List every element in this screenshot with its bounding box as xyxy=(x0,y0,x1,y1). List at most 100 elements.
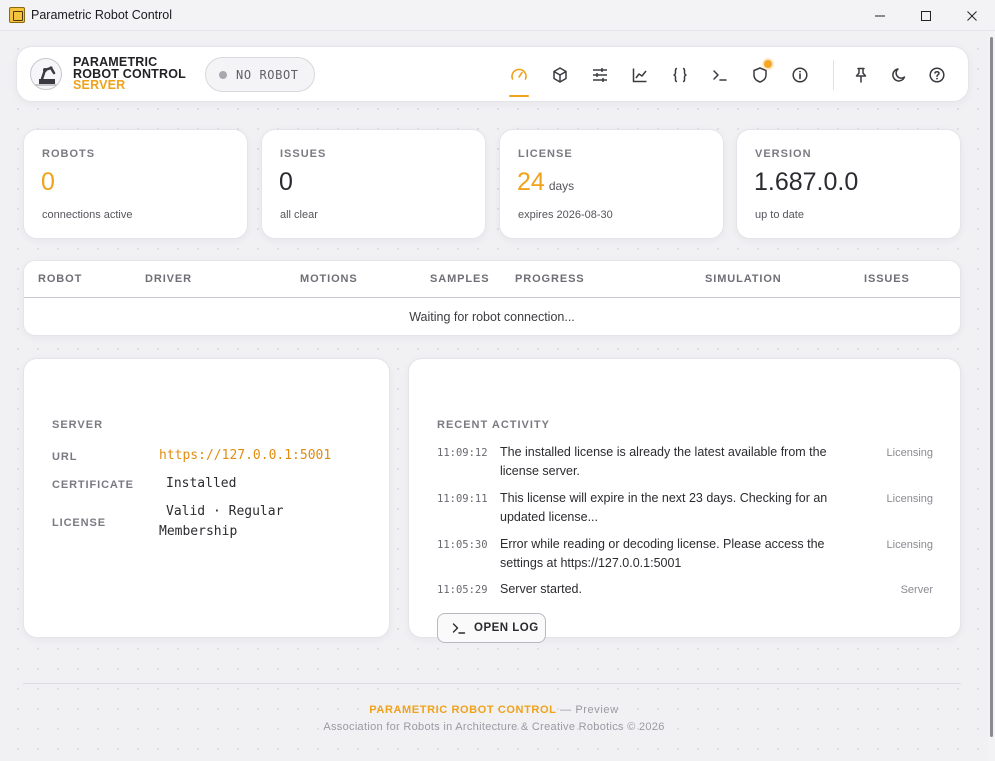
window-title: Parametric Robot Control xyxy=(31,8,173,22)
column-header-issues[interactable]: ISSUES xyxy=(864,273,910,285)
stat-card-version: VERSION 1.687.0.0 up to date xyxy=(736,129,961,239)
activity-time: 11:05:30 xyxy=(437,539,488,551)
section-title: SERVER xyxy=(52,419,104,431)
notification-dot xyxy=(764,60,772,68)
nav-settings[interactable] xyxy=(588,63,612,87)
sliders-icon xyxy=(593,68,607,82)
stat-value: 0 xyxy=(41,168,55,196)
nav-dashboard[interactable] xyxy=(507,63,531,87)
certificate-value: Installed xyxy=(166,476,237,491)
theme-toggle-button[interactable] xyxy=(887,63,911,87)
stat-card-license: LICENSE 24 days expires 2026-08-30 xyxy=(499,129,724,239)
status-dot xyxy=(219,71,227,79)
help-button[interactable] xyxy=(925,63,949,87)
moon-icon xyxy=(892,68,906,82)
activity-source: Server xyxy=(900,584,933,596)
stat-unit: days xyxy=(548,179,575,193)
maximize-button[interactable] xyxy=(903,0,949,31)
column-header-simulation[interactable]: SIMULATION xyxy=(705,273,782,285)
activity-message: The installed license is already the lat… xyxy=(500,445,827,478)
help-icon xyxy=(929,67,945,83)
vertical-scrollbar[interactable] xyxy=(988,31,995,761)
column-header-driver[interactable]: DRIVER xyxy=(145,273,192,285)
activity-message: Server started. xyxy=(500,582,582,596)
table-empty-message: Waiting for robot connection... xyxy=(409,310,575,324)
shield-icon xyxy=(753,67,767,83)
stat-card-issues: ISSUES 0 all clear xyxy=(261,129,486,239)
stat-value: 0 xyxy=(279,168,293,196)
activity-time: 11:09:11 xyxy=(437,493,488,505)
stat-subtext: all clear xyxy=(280,209,318,221)
brand-line-3: SERVER xyxy=(73,78,126,92)
minimize-button[interactable] xyxy=(857,0,903,31)
activity-time: 11:05:29 xyxy=(437,584,488,596)
cube-icon xyxy=(553,67,567,83)
info-icon xyxy=(792,67,808,83)
stat-card-robots: ROBOTS 0 connections active xyxy=(23,129,248,239)
nav-info[interactable] xyxy=(788,63,812,87)
footer-credit: Association for Robots in Architecture &… xyxy=(323,721,665,733)
server-url-link[interactable]: https://127.0.0.1:5001 xyxy=(159,446,331,466)
stat-label: LICENSE xyxy=(518,148,573,160)
robots-table: ROBOT DRIVER MOTIONS SAMPLES PROGRESS SI… xyxy=(23,260,961,336)
license-value: Valid · Regular Membership xyxy=(159,504,284,539)
footer-separator: — xyxy=(556,704,576,716)
activity-source: Licensing xyxy=(886,447,933,459)
stat-subtext: connections active xyxy=(42,209,133,221)
certificate-label: CERTIFICATE xyxy=(52,479,134,491)
app-header: PARAMETRIC ROBOT CONTROL SERVER NO ROBOT xyxy=(16,46,969,102)
open-log-label: OPEN LOG xyxy=(474,622,539,634)
url-label: URL xyxy=(52,451,78,463)
pin-icon xyxy=(855,67,867,83)
robot-status-pill[interactable]: NO ROBOT xyxy=(205,57,315,92)
activity-message: Error while reading or decoding license.… xyxy=(500,537,825,570)
terminal-icon xyxy=(452,623,466,634)
nav-code[interactable] xyxy=(668,63,692,87)
activity-source: Licensing xyxy=(886,539,933,551)
column-header-progress[interactable]: PROGRESS xyxy=(515,273,585,285)
footer-mode: Preview xyxy=(575,704,619,716)
brand-wordmark: PARAMETRIC ROBOT CONTROL SERVER xyxy=(73,56,186,92)
main-content: PARAMETRIC ROBOT CONTROL SERVER NO ROBOT xyxy=(0,31,988,761)
section-title: RECENT ACTIVITY xyxy=(437,419,550,431)
activity-time: 11:09:12 xyxy=(437,447,488,459)
pin-button[interactable] xyxy=(849,63,873,87)
window-titlebar: Parametric Robot Control xyxy=(0,0,995,31)
stat-label: VERSION xyxy=(755,148,812,160)
activity-source: Licensing xyxy=(886,493,933,505)
stat-subtext: expires 2026-08-30 xyxy=(518,209,613,221)
close-button[interactable] xyxy=(949,0,995,31)
stat-label: ISSUES xyxy=(280,148,327,160)
column-header-robot[interactable]: ROBOT xyxy=(38,273,82,285)
close-icon xyxy=(967,10,977,21)
maximize-icon xyxy=(921,10,931,21)
stat-value: 1.687.0.0 xyxy=(754,168,859,196)
robot-status-text: NO ROBOT xyxy=(236,68,299,82)
column-header-motions[interactable]: MOTIONS xyxy=(300,273,358,285)
column-header-samples[interactable]: SAMPLES xyxy=(430,273,489,285)
nav-charts[interactable] xyxy=(628,63,652,87)
server-card: SERVER URL https://127.0.0.1:5001 CERTIF… xyxy=(23,358,390,638)
braces-icon xyxy=(673,67,687,83)
header-divider xyxy=(833,60,834,90)
chart-line-icon xyxy=(632,68,647,83)
nav-models[interactable] xyxy=(548,63,572,87)
stat-subtext: up to date xyxy=(755,209,804,221)
terminal-icon xyxy=(713,70,727,81)
footer-brand-line: PARAMETRIC ROBOT CONTROL — Preview xyxy=(0,704,988,716)
open-log-button[interactable]: OPEN LOG xyxy=(437,613,546,643)
minimize-icon xyxy=(875,15,885,16)
stat-value: 24 xyxy=(517,168,545,196)
stat-value-row: 24 days xyxy=(517,168,574,197)
recent-activity-card: RECENT ACTIVITY 11:09:12 The installed l… xyxy=(408,358,961,643)
stat-label: ROBOTS xyxy=(42,148,96,160)
footer-divider xyxy=(23,683,961,684)
nav-active-indicator xyxy=(509,95,529,97)
scrollbar-thumb[interactable] xyxy=(990,37,993,737)
dashboard-gauge-icon xyxy=(511,68,527,80)
license-label: LICENSE xyxy=(52,517,106,529)
activity-message: This license will expire in the next 23 … xyxy=(500,491,828,524)
app-icon xyxy=(9,7,25,23)
footer-brand: PARAMETRIC ROBOT CONTROL xyxy=(369,704,557,716)
nav-terminal[interactable] xyxy=(708,63,732,87)
